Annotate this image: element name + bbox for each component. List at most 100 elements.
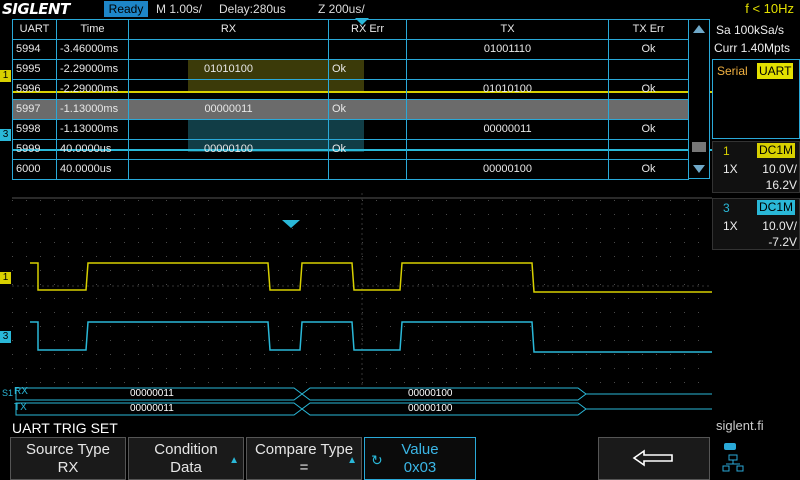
cell-tx-err (608, 59, 689, 80)
table-scrollbar[interactable] (688, 19, 710, 179)
network-icon (722, 443, 744, 472)
cell-tx-err: Ok (608, 79, 689, 100)
cell-tx (406, 99, 609, 120)
menu-title: UART TRIG SET (12, 420, 118, 436)
softkey-value: RX (57, 459, 79, 476)
tx-bus-value: 00000100 (408, 403, 453, 414)
cell-time: -2.29000ms (56, 79, 129, 100)
back-softkey[interactable] (598, 437, 710, 480)
cell-time: -2.29000ms (56, 59, 129, 80)
ch3-coupling-badge: DC1M (757, 200, 796, 215)
softkey-label: Source Type (26, 441, 110, 458)
submenu-arrow-icon: ▲ (347, 455, 357, 466)
ch3-scale: 10.0V/ (762, 219, 797, 233)
compare-type-softkey[interactable]: Compare Type = ▲ (246, 437, 362, 480)
col-header-tx: TX (406, 19, 609, 40)
cell-rx-err (328, 39, 407, 60)
table-header-row: UART Time RX RX Err TX TX Err (12, 19, 689, 40)
serial-decode-panel[interactable]: Serial UART (712, 59, 800, 139)
cell-time: -1.13000ms (56, 99, 129, 120)
ch1-info-box[interactable]: 1 DC1M 1X 10.0V/ 16.2V (712, 141, 800, 193)
rx-bus-value: 00000100 (408, 388, 453, 399)
table-row[interactable]: 5999 40.0000us 00000100 Ok (12, 139, 689, 160)
cell-tx: 01001110 (406, 39, 609, 60)
ch1-offset: 16.2V (765, 178, 797, 192)
table-row[interactable]: 5994 -3.46000ms 01001110 Ok (12, 39, 689, 60)
cell-rx: 01010100 (128, 59, 329, 80)
ch3-probe: 1X (723, 219, 738, 233)
submenu-arrow-icon: ▲ (229, 455, 239, 466)
col-header-rx-err: RX Err (328, 19, 407, 40)
memory-depth-readout: Curr 1.40Mpts (714, 41, 791, 55)
ch3-info-box[interactable]: 3 DC1M 1X 10.0V/ -7.2V (712, 198, 800, 250)
ch1-probe: 1X (723, 162, 738, 176)
brand-logo: SIGLENT (2, 0, 70, 18)
cell-time: 40.0000us (56, 139, 129, 160)
table-row-selected[interactable]: 5997 -1.13000ms 00000011 Ok (12, 99, 689, 120)
condition-softkey[interactable]: Condition Data ▲ (128, 437, 244, 480)
timebase-readout[interactable]: M 1.00s/ (156, 0, 202, 18)
zoom-timebase-readout[interactable]: Z 200us/ (318, 0, 365, 18)
col-header-rx: RX (128, 19, 329, 40)
cell-tx-err: Ok (608, 159, 689, 180)
scroll-down-icon[interactable] (693, 165, 705, 173)
cell-rx: 00000011 (128, 99, 329, 120)
cell-tx: 00000100 (406, 159, 609, 180)
table-row[interactable]: 5996 -2.29000ms 01010100 Ok (12, 79, 689, 100)
cell-tx-err: Ok (608, 119, 689, 140)
rx-bus-value: 00000011 (130, 388, 174, 399)
cell-tx: 01010100 (406, 79, 609, 100)
cell-id: 5999 (12, 139, 57, 160)
cell-id: 5997 (12, 99, 57, 120)
cell-rx-err (328, 119, 407, 140)
serial-protocol-badge: UART (757, 63, 794, 79)
col-header-time: Time (56, 19, 129, 40)
table-row[interactable]: 5998 -1.13000ms 00000011 Ok (12, 119, 689, 140)
sample-rate-readout: Sa 100kSa/s (716, 23, 785, 37)
source-type-softkey[interactable]: Source Type RX (10, 437, 126, 480)
scroll-up-icon[interactable] (693, 25, 705, 33)
cell-rx-err: Ok (328, 99, 407, 120)
cell-id: 5996 (12, 79, 57, 100)
cell-tx: 00000011 (406, 119, 609, 140)
ch3-offset-marker[interactable]: 3 (0, 331, 11, 343)
scroll-thumb[interactable] (692, 142, 706, 152)
cell-rx-err: Ok (328, 139, 407, 160)
ch3-number: 3 (723, 201, 730, 215)
table-row[interactable]: 5995 -2.29000ms 01010100 Ok (12, 59, 689, 80)
cell-rx (128, 119, 329, 140)
ch1-level-marker[interactable]: 1 (0, 70, 11, 82)
uart-decode-table[interactable]: UART Time RX RX Err TX TX Err 5994 -3.46… (12, 19, 689, 180)
tx-bus-label: TX (14, 402, 27, 413)
cell-rx-err: Ok (328, 59, 407, 80)
cell-rx-err (328, 79, 407, 100)
ch3-offset: -7.2V (768, 235, 797, 249)
delay-readout[interactable]: Delay:280us (219, 0, 286, 18)
ch1-offset-marker[interactable]: 1 (0, 272, 11, 284)
table-row[interactable]: 6000 40.0000us 00000100 Ok (12, 159, 689, 180)
tx-bus-value: 00000011 (130, 403, 174, 414)
brand-watermark: siglent.fi (716, 418, 764, 433)
cell-id: 5994 (12, 39, 57, 60)
rotary-knob-icon: ↻ (371, 452, 383, 468)
return-arrow-icon (632, 449, 673, 467)
ch1-coupling-badge: DC1M (757, 143, 796, 158)
softkey-value: = (299, 459, 309, 476)
cell-rx-err (328, 159, 407, 180)
decode-bus-display (15, 387, 712, 416)
bus-s-label: S1 (2, 388, 14, 398)
cell-tx (406, 59, 609, 80)
cell-rx (128, 39, 329, 60)
ch3-level-marker[interactable]: 3 (0, 129, 11, 141)
cell-rx (128, 79, 329, 100)
col-header-tx-err: TX Err (608, 19, 689, 40)
acquisition-status-badge[interactable]: Ready (104, 1, 148, 17)
ch1-scale: 10.0V/ (762, 162, 797, 176)
frequency-readout: f < 10Hz (745, 1, 794, 16)
cell-id: 5998 (12, 119, 57, 140)
value-softkey[interactable]: ↻ Value 0x03 (364, 437, 476, 480)
cell-tx-err (608, 99, 689, 120)
serial-label: Serial (717, 64, 748, 78)
cell-time: 40.0000us (56, 159, 129, 180)
cell-tx-err: Ok (608, 39, 689, 60)
